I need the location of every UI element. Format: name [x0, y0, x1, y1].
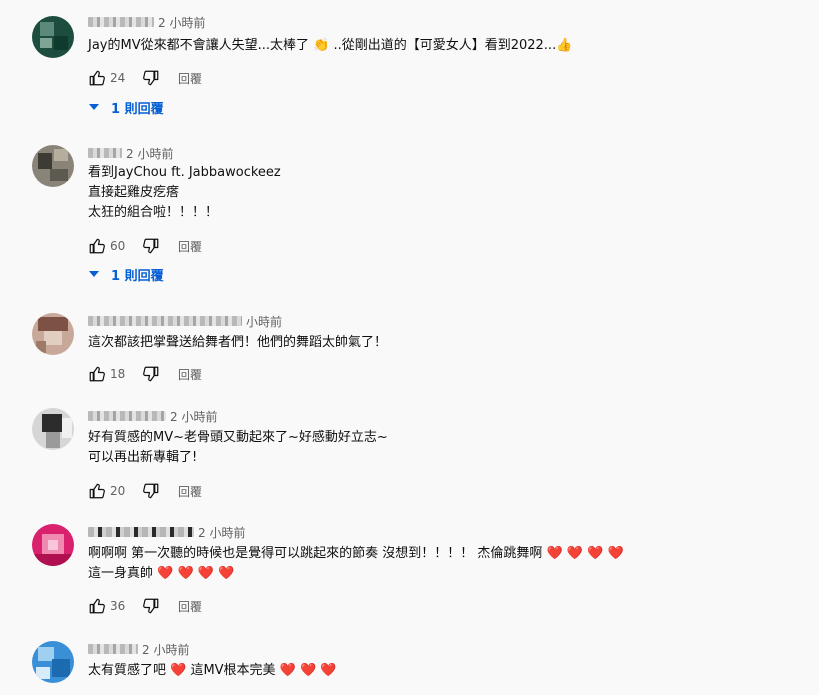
comment-body: 2 小時前 好有質感的MV~老骨頭又動起來了~好感動好立志~ 可以再出新專輯了! — [88, 408, 802, 468]
comment-actions: 24 回覆 — [88, 66, 202, 90]
comment-text: 啊啊啊 第一次聽的時候也是覺得可以跳起來的節奏 沒想到！！！！ 杰倫跳舞啊 ❤️… — [88, 544, 802, 584]
comment-text: 這次都該把掌聲送給舞者們！他們的舞蹈太帥氣了！ — [88, 333, 802, 353]
thumbs-down-icon[interactable] — [142, 597, 160, 615]
comment-actions: 20 回覆 — [88, 479, 202, 503]
comment-line: 直接起雞皮疙瘩 — [88, 185, 180, 200]
comment-line: 啊啊啊 第一次聽的時候也是覺得可以跳起來的節奏 沒想到！！！！ 杰倫跳舞啊 ❤️… — [88, 546, 624, 561]
comment-meta: 2 小時前 — [88, 524, 802, 540]
author-name-blurred[interactable] — [88, 17, 154, 27]
avatar[interactable] — [32, 408, 74, 450]
comment-time[interactable]: 小時前 — [246, 313, 282, 330]
avatar[interactable] — [32, 313, 74, 355]
avatar-pixel — [36, 667, 50, 679]
view-replies-button[interactable]: 1 則回覆 — [86, 263, 164, 285]
avatar-pixel — [38, 317, 68, 331]
avatar-pixel — [62, 418, 72, 438]
comment-line: 這次都該把掌聲送給舞者們！他們的舞蹈太帥氣了！ — [88, 335, 388, 350]
like-count: 18 — [110, 367, 126, 381]
comment-meta: 2 小時前 — [88, 14, 802, 30]
reply-button[interactable]: 回覆 — [178, 238, 202, 255]
comment-line: 太狂的組合啦！！！！ — [88, 205, 219, 220]
comment-meta: 2 小時前 — [88, 145, 802, 161]
comment-text: 看到JayChou ft. Jabbawockeez 直接起雞皮疙瘩 太狂的組合… — [88, 163, 802, 223]
comment-line: 看到JayChou ft. Jabbawockeez — [88, 165, 281, 180]
like-count: 60 — [110, 239, 126, 253]
avatar-pixel — [48, 540, 58, 550]
reply-button[interactable]: 回覆 — [178, 366, 202, 383]
thumbs-down-icon[interactable] — [142, 237, 160, 255]
like-count: 20 — [110, 484, 126, 498]
like-count: 24 — [110, 71, 126, 85]
reply-button[interactable]: 回覆 — [178, 483, 202, 500]
avatar-pixel — [54, 36, 68, 50]
caret-down-icon — [89, 104, 99, 110]
avatar-pixel — [38, 153, 52, 169]
comment-actions: 36 回覆 — [88, 594, 202, 618]
comment-text: 太有質感了吧 ❤️ 這MV根本完美 ❤️ ❤️ ❤️ — [88, 661, 802, 681]
thumbs-down-icon[interactable] — [142, 365, 160, 383]
comment-body: 小時前 這次都該把掌聲送給舞者們！他們的舞蹈太帥氣了！ — [88, 313, 802, 353]
comment-line: 這一身真帥 ❤️ ❤️ ❤️ ❤️ — [88, 566, 235, 581]
caret-down-icon — [89, 271, 99, 277]
avatar-pixel — [40, 38, 52, 48]
view-replies-button[interactable]: 1 則回覆 — [86, 96, 164, 118]
comment-meta: 小時前 — [88, 313, 802, 329]
comment-time[interactable]: 2 小時前 — [170, 408, 217, 425]
comment-meta: 2 小時前 — [88, 641, 802, 657]
avatar-pixel — [32, 554, 74, 566]
comment-time[interactable]: 2 小時前 — [142, 641, 189, 658]
like-count: 36 — [110, 599, 126, 613]
comment-text: 好有質感的MV~老骨頭又動起來了~好感動好立志~ 可以再出新專輯了! — [88, 428, 802, 468]
reply-button[interactable]: 回覆 — [178, 70, 202, 87]
comment-line: 可以再出新專輯了! — [88, 450, 198, 465]
replies-label: 1 則回覆 — [111, 268, 164, 284]
comment-time[interactable]: 2 小時前 — [158, 14, 205, 31]
comment-actions: 60 回覆 — [88, 234, 202, 258]
thumbs-down-icon[interactable] — [142, 482, 160, 500]
thumbs-up-icon[interactable] — [88, 482, 106, 500]
avatar-pixel — [54, 149, 68, 161]
comment-body: 2 小時前 太有質感了吧 ❤️ 這MV根本完美 ❤️ ❤️ ❤️ — [88, 641, 802, 681]
replies-label: 1 則回覆 — [111, 101, 164, 117]
comment-meta: 2 小時前 — [88, 408, 802, 424]
avatar-pixel — [46, 432, 60, 448]
comment-line: Jay的MV從來都不會讓人失望...太棒了 👏 ..從剛出道的【可愛女人】看到2… — [88, 38, 573, 53]
avatar-pixel — [44, 331, 62, 345]
author-name-blurred[interactable] — [88, 148, 122, 158]
avatar[interactable] — [32, 145, 74, 187]
avatar-pixel — [36, 341, 46, 353]
comment-body: 2 小時前 啊啊啊 第一次聽的時候也是覺得可以跳起來的節奏 沒想到！！！！ 杰倫… — [88, 524, 802, 584]
thumbs-up-icon[interactable] — [88, 69, 106, 87]
comment-time[interactable]: 2 小時前 — [198, 524, 245, 541]
thumbs-up-icon[interactable] — [88, 597, 106, 615]
author-name-blurred[interactable] — [88, 527, 194, 537]
avatar-pixel — [52, 659, 70, 677]
thumbs-down-icon[interactable] — [142, 69, 160, 87]
avatar[interactable] — [32, 641, 74, 683]
avatar-pixel — [40, 22, 54, 36]
author-name-blurred[interactable] — [88, 644, 138, 654]
comment-line: 好有質感的MV~老骨頭又動起來了~好感動好立志~ — [88, 430, 388, 445]
comment-body: 2 小時前 Jay的MV從來都不會讓人失望...太棒了 👏 ..從剛出道的【可愛… — [88, 14, 802, 56]
author-name-blurred[interactable] — [88, 316, 242, 326]
avatar[interactable] — [32, 524, 74, 566]
avatar-pixel — [50, 169, 68, 181]
reply-button[interactable]: 回覆 — [178, 598, 202, 615]
avatar-pixel — [42, 414, 62, 432]
thumbs-up-icon[interactable] — [88, 365, 106, 383]
thumbs-up-icon[interactable] — [88, 237, 106, 255]
author-name-blurred[interactable] — [88, 411, 166, 421]
comment-text: Jay的MV從來都不會讓人失望...太棒了 👏 ..從剛出道的【可愛女人】看到2… — [88, 36, 802, 56]
comment-actions: 18 回覆 — [88, 362, 202, 386]
comment-time[interactable]: 2 小時前 — [126, 145, 173, 162]
comment-line: 太有質感了吧 ❤️ 這MV根本完美 ❤️ ❤️ ❤️ — [88, 663, 337, 678]
avatar[interactable] — [32, 16, 74, 58]
comment-body: 2 小時前 看到JayChou ft. Jabbawockeez 直接起雞皮疙瘩… — [88, 145, 802, 223]
